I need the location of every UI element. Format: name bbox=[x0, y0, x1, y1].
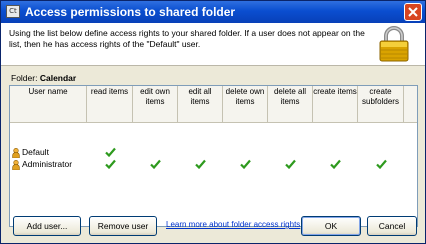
checkmark-icon[interactable] bbox=[285, 159, 296, 169]
learn-more-link[interactable]: Learn more about folder access rights bbox=[166, 220, 300, 229]
padlock-icon bbox=[379, 26, 409, 62]
checkmark-icon[interactable] bbox=[105, 159, 116, 169]
column-header-edit-own-items[interactable]: edit own items bbox=[133, 86, 178, 123]
checkmark-icon[interactable] bbox=[330, 159, 341, 169]
folder-label: Folder: Calendar bbox=[11, 73, 76, 83]
remove-user-button[interactable]: Remove user bbox=[89, 216, 157, 236]
column-header-delete-own-items[interactable]: delete own items bbox=[223, 86, 268, 123]
column-header-overflow bbox=[404, 86, 417, 123]
column-header-label: User name bbox=[28, 87, 68, 96]
row-user-name: Administrator bbox=[12, 158, 72, 170]
instructions-text: Using the list below define access right… bbox=[9, 28, 365, 49]
table-row[interactable]: Default bbox=[10, 146, 417, 158]
user-name-text: Default bbox=[22, 147, 49, 157]
app-icon: Ct bbox=[6, 5, 20, 18]
permissions-grid[interactable]: User name read items edit own items edit… bbox=[9, 85, 418, 227]
column-header-label: create subfolders bbox=[362, 87, 399, 106]
column-header-read-items[interactable]: read items bbox=[87, 86, 133, 123]
row-user-name: Default bbox=[12, 146, 49, 158]
title-bar[interactable]: Ct Access permissions to shared folder bbox=[1, 1, 425, 23]
column-header-user-name[interactable]: User name bbox=[10, 86, 87, 123]
close-icon bbox=[408, 7, 418, 17]
column-header-create-subfolders[interactable]: create subfolders bbox=[358, 86, 404, 123]
user-name-text: Administrator bbox=[22, 159, 73, 169]
folder-name: Calendar bbox=[39, 73, 77, 83]
add-user-button[interactable]: Add user... bbox=[13, 216, 81, 236]
dialog-window: Ct Access permissions to shared folder U… bbox=[0, 0, 426, 244]
column-header-label: create items bbox=[313, 87, 357, 96]
folder-label-prefix: Folder: bbox=[11, 73, 38, 83]
column-header-label: delete all items bbox=[273, 87, 307, 106]
checkmark-icon[interactable] bbox=[376, 159, 387, 169]
ok-button[interactable]: OK bbox=[301, 216, 361, 236]
header-panel: Using the list below define access right… bbox=[1, 23, 425, 66]
table-row[interactable]: Administrator bbox=[10, 158, 417, 170]
column-header-label: edit own items bbox=[140, 87, 170, 106]
column-header-create-items[interactable]: create items bbox=[313, 86, 358, 123]
checkmark-icon[interactable] bbox=[105, 147, 116, 157]
checkmark-icon[interactable] bbox=[240, 159, 251, 169]
column-header-label: delete own items bbox=[225, 87, 265, 106]
column-header-delete-all-items[interactable]: delete all items bbox=[268, 86, 313, 123]
window-title: Access permissions to shared folder bbox=[25, 5, 236, 19]
checkmark-icon[interactable] bbox=[195, 159, 206, 169]
user-icon bbox=[12, 159, 20, 170]
close-button[interactable] bbox=[404, 3, 422, 21]
column-header-label: read items bbox=[90, 87, 129, 96]
column-header-edit-all-items[interactable]: edit all items bbox=[178, 86, 223, 123]
user-icon bbox=[12, 147, 20, 158]
column-header-label: edit all items bbox=[188, 87, 212, 106]
dialog-body: Using the list below define access right… bbox=[1, 23, 425, 243]
cancel-button[interactable]: Cancel bbox=[367, 216, 417, 236]
checkmark-icon[interactable] bbox=[150, 159, 161, 169]
